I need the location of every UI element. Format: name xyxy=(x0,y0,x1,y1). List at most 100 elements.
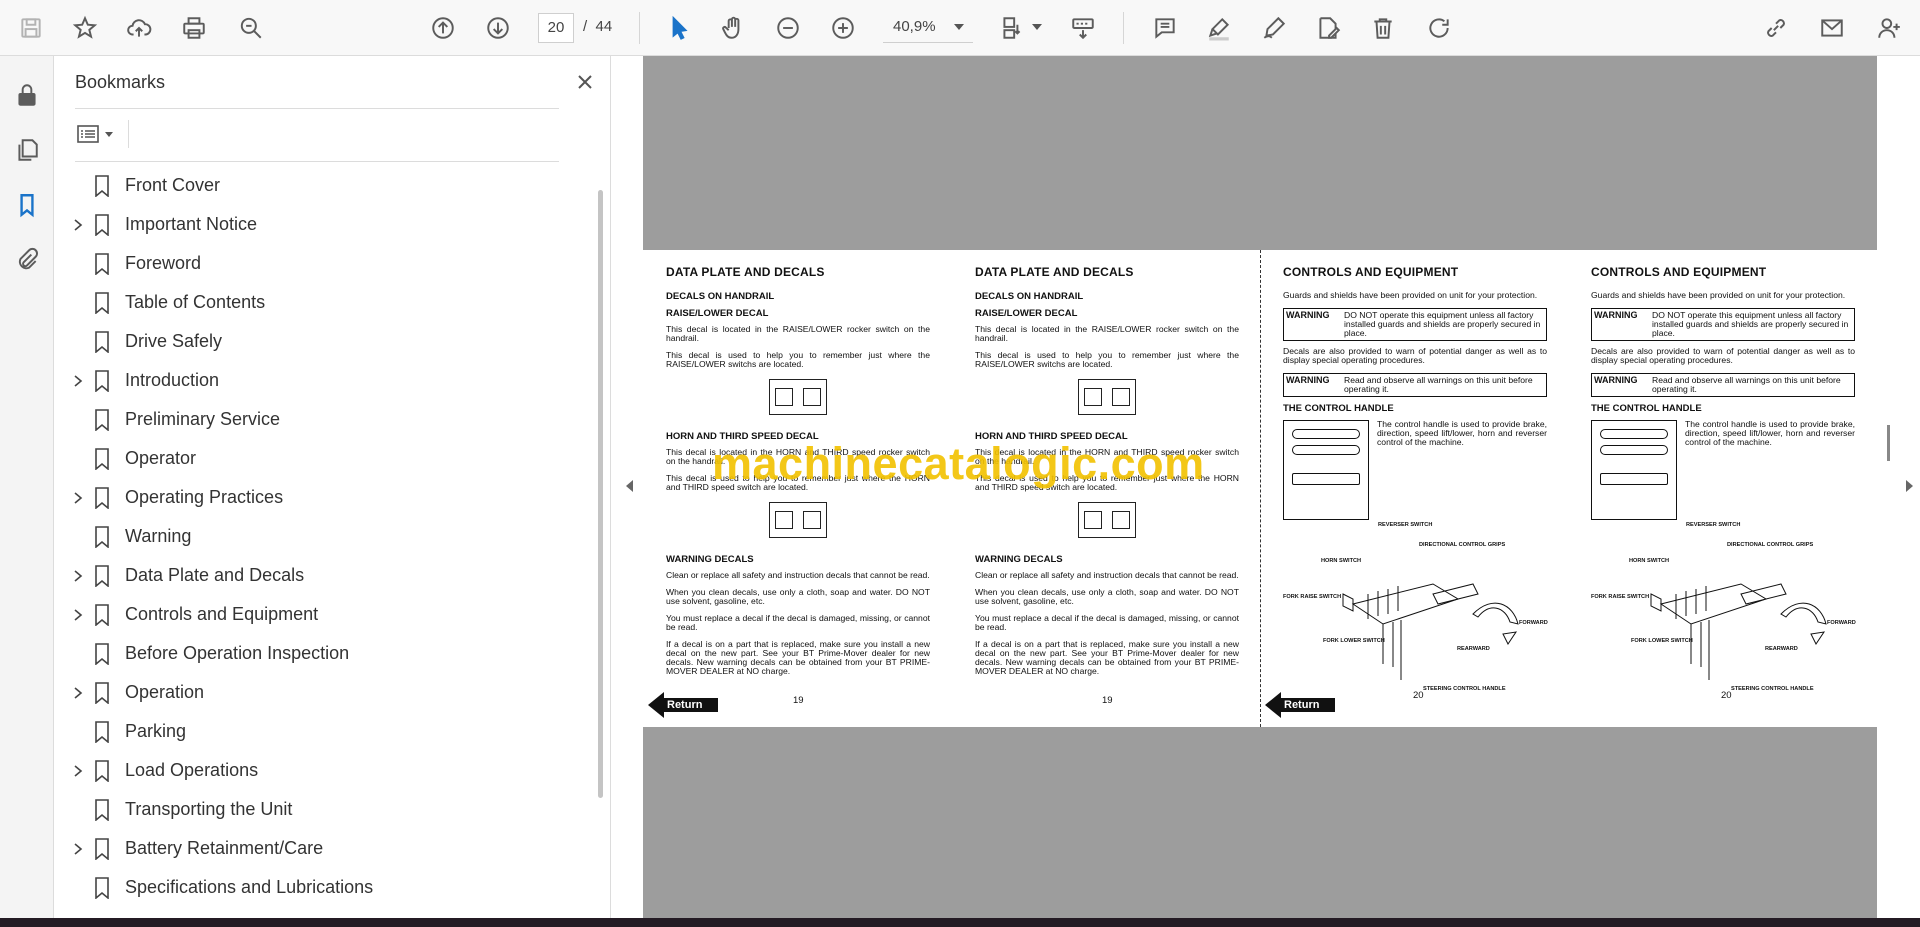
zoom-dropdown-icon[interactable] xyxy=(954,24,964,30)
paragraph: You must replace a decal if the decal is… xyxy=(975,613,1239,632)
bookmark-item[interactable]: Controls and Equipment xyxy=(55,595,595,634)
zoom-out-icon[interactable] xyxy=(771,11,805,45)
warning-box: WARNING DO NOT operate this equipment unl… xyxy=(1283,308,1547,341)
next-page-icon[interactable] xyxy=(481,11,515,45)
document-scrollbar[interactable] xyxy=(1887,425,1890,461)
zoom-in-icon[interactable] xyxy=(826,11,860,45)
collapse-left-icon[interactable] xyxy=(626,480,633,492)
bookmark-item[interactable]: Warning xyxy=(55,517,595,556)
chevron-right-icon[interactable] xyxy=(71,374,85,388)
draw-sign-icon[interactable] xyxy=(1257,11,1291,45)
paragraph: Guards and shields have been provided on… xyxy=(1591,290,1846,300)
add-user-icon[interactable] xyxy=(1872,11,1906,45)
bookmark-options-button[interactable] xyxy=(75,118,121,150)
bookmark-icon xyxy=(95,174,109,197)
paragraph: Clean or replace all safety and instruct… xyxy=(666,570,930,580)
chevron-right-icon[interactable] xyxy=(71,218,85,232)
bookmark-item[interactable]: Introduction xyxy=(55,361,595,400)
paragraph: If a decal is on a part that is replaced… xyxy=(666,639,930,676)
attachments-icon[interactable] xyxy=(10,243,44,277)
section-title: CONTROLS AND EQUIPMENT xyxy=(1283,265,1459,279)
bookmark-item[interactable]: Table of Contents xyxy=(55,283,595,322)
email-icon[interactable] xyxy=(1815,11,1849,45)
share-link-icon[interactable] xyxy=(1759,11,1793,45)
subheading: RAISE/LOWER DECAL xyxy=(666,308,769,319)
bookmark-item[interactable]: Operation xyxy=(55,673,595,712)
star-icon[interactable] xyxy=(68,11,102,45)
diagram-label: STEERING CONTROL HANDLE xyxy=(1731,686,1814,692)
paragraph: When you clean decals, use only a cloth,… xyxy=(975,587,1239,606)
hand-tool-icon[interactable] xyxy=(716,11,750,45)
bookmark-item[interactable]: Transporting the Unit xyxy=(55,790,595,829)
bookmark-item[interactable]: Front Cover xyxy=(55,166,595,205)
diagram-label: REARWARD xyxy=(1765,646,1798,652)
chevron-right-icon[interactable] xyxy=(71,686,85,700)
chevron-right-icon[interactable] xyxy=(71,764,85,778)
bookmark-icon xyxy=(95,252,109,275)
chevron-right-icon[interactable] xyxy=(71,842,85,856)
bookmark-item[interactable]: Operator xyxy=(55,439,595,478)
comment-icon[interactable] xyxy=(1148,11,1182,45)
paragraph: Decals are also provided to warn of pote… xyxy=(1283,346,1547,365)
find-icon[interactable] xyxy=(234,11,268,45)
page-thumbnails-icon[interactable] xyxy=(10,133,44,167)
page-gap xyxy=(643,56,1877,250)
section-title: CONTROLS AND EQUIPMENT xyxy=(1591,265,1767,279)
control-handle-decal-image xyxy=(1591,420,1677,520)
warning-text: Read and observe all warnings on this un… xyxy=(1344,375,1533,394)
print-icon[interactable] xyxy=(177,11,211,45)
return-label: Return xyxy=(1280,698,1335,712)
scrolling-mode-icon[interactable] xyxy=(1066,11,1100,45)
page-display-dropdown-icon[interactable] xyxy=(1032,24,1042,30)
bookmark-item[interactable]: Parking xyxy=(55,712,595,751)
bookmark-item[interactable]: Drive Safely xyxy=(55,322,595,361)
bookmark-item[interactable]: Load Operations xyxy=(55,751,595,790)
edit-pdf-icon[interactable] xyxy=(1311,11,1345,45)
bookmark-icon xyxy=(95,486,109,509)
chevron-right-icon[interactable] xyxy=(71,608,85,622)
bookmark-icon xyxy=(95,447,109,470)
save-icon[interactable] xyxy=(14,11,48,45)
subheading: THE CONTROL HANDLE xyxy=(1283,403,1394,414)
page-display-icon[interactable] xyxy=(995,11,1029,45)
chevron-right-icon[interactable] xyxy=(71,569,85,583)
return-label: Return xyxy=(663,698,718,712)
control-handle-diagram: REVERSER SWITCH DIRECTIONAL CONTROL GRIPS… xyxy=(1283,522,1548,704)
bookmark-label: Warning xyxy=(125,526,192,546)
bookmark-item[interactable]: Preliminary Service xyxy=(55,400,595,439)
highlight-icon[interactable] xyxy=(1202,11,1236,45)
bookmark-icon xyxy=(95,681,109,704)
return-button[interactable]: Return xyxy=(1265,692,1335,718)
return-button[interactable]: Return xyxy=(648,692,718,718)
bookmark-item[interactable]: Foreword xyxy=(55,244,595,283)
warning-box: WARNING Read and observe all warnings on … xyxy=(1591,373,1855,397)
bookmark-icon xyxy=(95,759,109,782)
collapse-right-icon[interactable] xyxy=(1906,480,1913,492)
bookmark-label: Load Operations xyxy=(125,760,259,780)
bookmark-item[interactable]: Important Notice xyxy=(55,205,595,244)
rotate-icon[interactable] xyxy=(1422,11,1456,45)
previous-page-icon[interactable] xyxy=(426,11,460,45)
bookmark-item[interactable]: Data Plate and Decals xyxy=(55,556,595,595)
page-number-input[interactable]: 20 xyxy=(538,13,574,43)
delete-icon[interactable] xyxy=(1366,11,1400,45)
bookmark-icon xyxy=(95,525,109,548)
bookmark-icon xyxy=(95,642,109,665)
bookmark-item[interactable]: Specifications and Lubrications xyxy=(55,868,595,907)
bookmark-item[interactable]: Battery Retainment/Care xyxy=(55,829,595,868)
page-total: / 44 xyxy=(583,18,612,35)
subheading: THE CONTROL HANDLE xyxy=(1591,403,1702,414)
lock-icon[interactable] xyxy=(10,78,44,112)
bookmarks-scrollbar[interactable] xyxy=(598,190,603,798)
section-title: DATA PLATE AND DECALS xyxy=(666,265,825,279)
bookmark-item[interactable]: Operating Practices xyxy=(55,478,595,517)
chevron-right-icon[interactable] xyxy=(71,491,85,505)
bookmark-label: Specifications and Lubrications xyxy=(125,877,374,897)
close-icon[interactable] xyxy=(573,70,597,94)
select-cursor-icon[interactable] xyxy=(662,11,696,45)
bookmark-item[interactable]: Before Operation Inspection xyxy=(55,634,595,673)
upload-cloud-icon[interactable] xyxy=(122,11,156,45)
bookmarks-panel-icon[interactable] xyxy=(10,188,44,222)
page-number-label: 19 xyxy=(1102,695,1113,706)
paragraph: Guards and shields have been provided on… xyxy=(1283,290,1538,300)
